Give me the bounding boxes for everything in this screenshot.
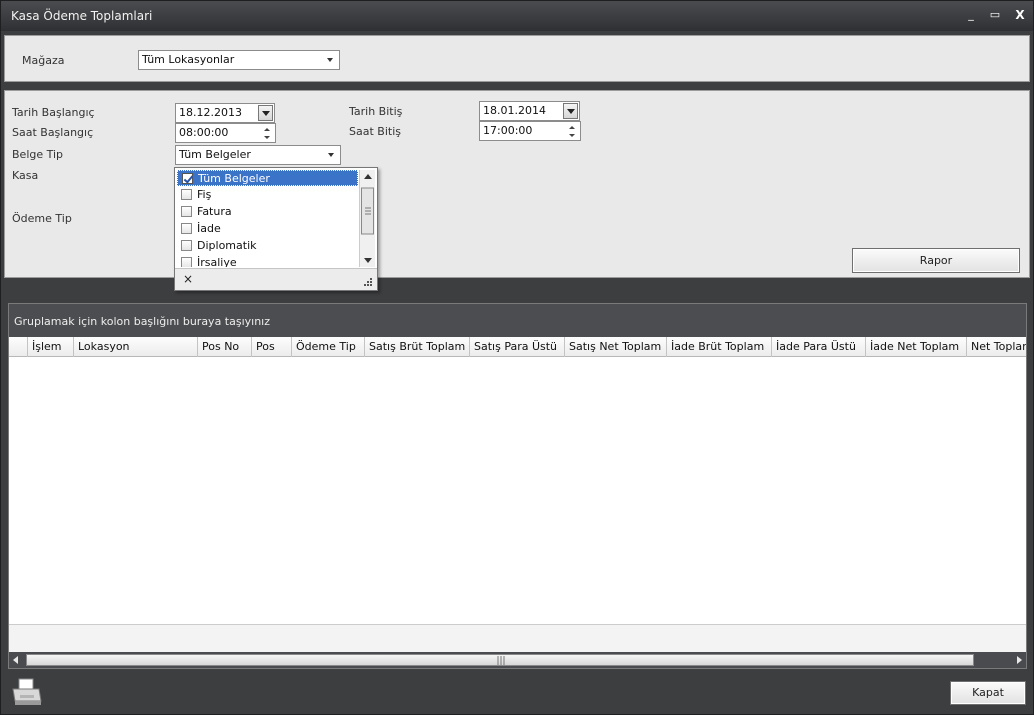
- option-all-documents[interactable]: Tüm Belgeler: [177, 170, 358, 186]
- end-date-picker[interactable]: 18.01.2014: [479, 101, 580, 121]
- end-date-value: 18.01.2014: [483, 104, 546, 117]
- dropdown-footer: ×: [175, 268, 377, 290]
- chevron-down-icon: [328, 153, 334, 157]
- store-panel: Mağaza Tüm Lokasyonlar: [4, 35, 1030, 82]
- spin-down-icon: [569, 134, 575, 137]
- checkbox-icon[interactable]: [181, 240, 192, 251]
- end-time-value: 17:00:00: [483, 124, 533, 137]
- close-button[interactable]: Kapat: [950, 681, 1026, 705]
- calendar-dropdown-button[interactable]: [563, 103, 578, 119]
- spin-up-icon: [264, 128, 270, 131]
- option-invoice[interactable]: Fatura: [177, 204, 358, 220]
- column-header[interactable]: İşlem: [27, 337, 73, 357]
- start-date-picker[interactable]: 18.12.2013: [175, 103, 275, 123]
- spin-up-icon: [569, 126, 575, 129]
- option-waybill[interactable]: İrsaliye: [177, 255, 358, 267]
- start-date-label: Tarih Başlangıç: [12, 106, 95, 119]
- column-header[interactable]: Satış Brüt Toplam: [364, 337, 469, 357]
- column-header[interactable]: Lokasyon: [73, 337, 197, 357]
- checkbox-icon[interactable]: [181, 189, 192, 200]
- scroll-right-icon[interactable]: [1015, 655, 1023, 665]
- end-date-label: Tarih Bitiş: [349, 105, 403, 118]
- start-time-input[interactable]: 08:00:00: [175, 123, 276, 143]
- doc-type-label: Belge Tip: [12, 148, 64, 161]
- calendar-dropdown-button[interactable]: [258, 105, 273, 121]
- resize-grip-icon[interactable]: [363, 277, 373, 287]
- doc-type-value: Tüm Belgeler: [179, 148, 251, 161]
- end-time-input[interactable]: 17:00:00: [479, 121, 581, 141]
- doc-type-combo[interactable]: Tüm Belgeler: [175, 145, 341, 165]
- close-window-button[interactable]: X: [1012, 8, 1028, 22]
- filter-panel: Tarih Başlangıç 18.12.2013 Tarih Bitiş 1…: [4, 90, 1030, 278]
- option-receipt[interactable]: Fiş: [177, 187, 358, 203]
- register-label: Kasa: [12, 169, 39, 182]
- spin-down-icon: [264, 136, 270, 139]
- column-header[interactable]: İade Para Üstü: [771, 337, 865, 357]
- chevron-down-icon: [327, 58, 333, 62]
- grip-lines-icon: [497, 656, 505, 665]
- horizontal-scrollbar[interactable]: [9, 652, 1026, 668]
- close-icon[interactable]: ×: [183, 272, 193, 286]
- option-return[interactable]: İade: [177, 221, 358, 237]
- checkbox-icon[interactable]: [181, 257, 192, 267]
- column-header[interactable]: Pos No: [197, 337, 251, 357]
- payment-type-label: Ödeme Tip: [12, 212, 72, 225]
- column-header[interactable]: Pos: [251, 337, 291, 357]
- store-label: Mağaza: [22, 54, 65, 67]
- column-header-row: İşlem Lokasyon Pos No Pos Ödeme Tip Satı…: [9, 337, 1026, 357]
- store-value: Tüm Lokasyonlar: [142, 53, 235, 66]
- minimize-button[interactable]: _: [963, 8, 979, 22]
- chevron-down-icon: [567, 109, 575, 114]
- start-time-value: 08:00:00: [179, 126, 229, 139]
- group-panel[interactable]: Gruplamak için kolon başlığını buraya ta…: [9, 304, 1026, 337]
- results-grid: Gruplamak için kolon başlığını buraya ta…: [8, 303, 1027, 669]
- dropdown-scrollbar[interactable]: [359, 170, 375, 267]
- scrollbar-graphic: [361, 174, 374, 263]
- start-date-value: 18.12.2013: [179, 106, 242, 119]
- checkbox-icon[interactable]: [181, 206, 192, 217]
- printer-icon[interactable]: [11, 677, 43, 707]
- column-header[interactable]: İade Net Toplam: [865, 337, 966, 357]
- checkbox-checked-icon[interactable]: [182, 173, 193, 184]
- checkbox-icon[interactable]: [181, 223, 192, 234]
- row-indicator-header: [9, 337, 27, 357]
- store-combo[interactable]: Tüm Lokasyonlar: [138, 50, 340, 70]
- report-button[interactable]: Rapor: [852, 248, 1020, 273]
- window-title: Kasa Ödeme Toplamlari: [11, 9, 153, 23]
- option-diplomatic[interactable]: Diplomatik: [177, 238, 358, 254]
- column-header[interactable]: Net Toplam: [966, 337, 1026, 357]
- end-time-label: Saat Bitiş: [349, 125, 401, 138]
- main-window: Kasa Ödeme Toplamlari _ ▭ X Mağaza Tüm L…: [0, 0, 1034, 715]
- column-header[interactable]: Satış Net Toplam: [564, 337, 666, 357]
- chevron-down-icon: [262, 111, 270, 116]
- time-spinner[interactable]: [261, 125, 273, 142]
- time-spinner[interactable]: [566, 123, 578, 140]
- start-time-label: Saat Başlangıç: [12, 126, 94, 139]
- title-bar[interactable]: Kasa Ödeme Toplamlari _ ▭ X: [1, 1, 1033, 31]
- column-header[interactable]: İade Brüt Toplam: [666, 337, 771, 357]
- grid-footer-row: [9, 624, 1026, 652]
- scroll-thumb[interactable]: [26, 654, 974, 666]
- maximize-button[interactable]: ▭: [987, 8, 1003, 22]
- doc-type-dropdown: Tüm Belgeler Fiş Fatura İade Diplomatik …: [174, 167, 378, 291]
- scroll-left-icon[interactable]: [12, 655, 20, 665]
- column-header[interactable]: Ödeme Tip: [291, 337, 364, 357]
- column-header[interactable]: Satış Para Üstü: [469, 337, 564, 357]
